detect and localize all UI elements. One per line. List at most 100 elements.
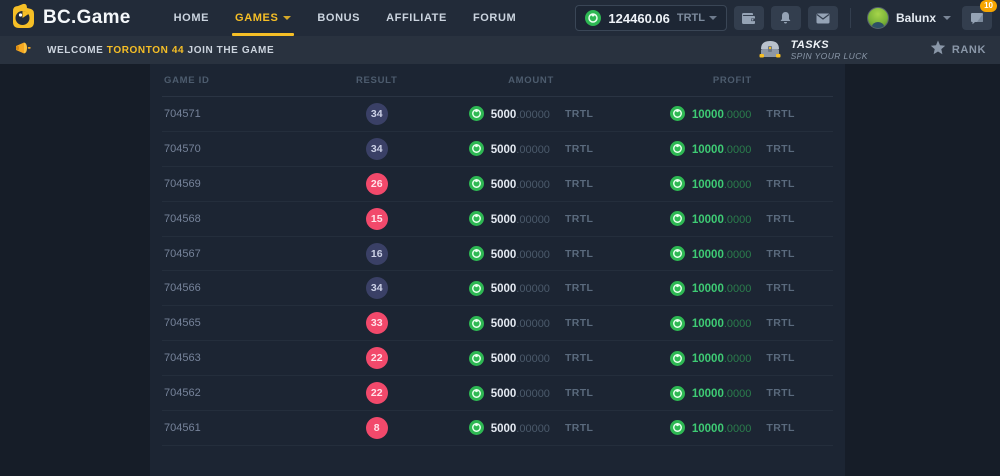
amount-currency: TRTL	[565, 248, 593, 260]
nav-label: BONUS	[317, 12, 360, 24]
table-header: GAME ID RESULT AMOUNT PROFIT	[162, 64, 833, 97]
nav-item-home[interactable]: HOME	[161, 0, 222, 36]
user-name: Balunx	[896, 11, 936, 25]
bets-table-body: 704571 34 5000.00000 TRTL	[162, 97, 833, 446]
profit-currency: TRTL	[766, 317, 794, 329]
notifications-button[interactable]	[771, 6, 801, 30]
result-cell: 34	[323, 138, 430, 160]
bell-icon	[779, 11, 792, 25]
trtl-coin-icon	[585, 10, 601, 26]
result-cell: 33	[323, 312, 430, 334]
game-id-cell: 704567	[162, 248, 323, 260]
chat-button[interactable]: 10	[962, 6, 992, 30]
game-id-cell: 704569	[162, 178, 323, 190]
profit-currency: TRTL	[766, 213, 794, 225]
rank-widget[interactable]: RANK	[930, 40, 986, 60]
trtl-coin-icon	[469, 316, 484, 331]
profit-cell: 10000.0000 TRTL	[632, 279, 833, 297]
amount-value: 5000.00000	[491, 245, 550, 263]
nav-label: HOME	[174, 12, 209, 24]
trtl-coin-icon	[670, 351, 685, 366]
result-cell: 16	[323, 243, 430, 265]
trtl-coin-icon	[670, 176, 685, 191]
treasure-chest-icon	[757, 37, 783, 64]
header-profit: PROFIT	[632, 75, 833, 86]
profit-value: 10000.0000	[692, 175, 752, 193]
amount-value: 5000.00000	[491, 175, 550, 193]
amount-value: 5000.00000	[491, 140, 550, 158]
result-cell: 22	[323, 347, 430, 369]
table-row[interactable]: 704566 34 5000.00000 TRTL	[162, 271, 833, 306]
profit-currency: TRTL	[766, 248, 794, 260]
rank-label: RANK	[952, 44, 986, 56]
result-cell: 34	[323, 277, 430, 299]
profit-value: 10000.0000	[692, 245, 752, 263]
trtl-coin-icon	[469, 176, 484, 191]
amount-currency: TRTL	[565, 387, 593, 399]
amount-currency: TRTL	[565, 352, 593, 364]
nav-item-games[interactable]: GAMES	[222, 0, 304, 36]
nav-label: GAMES	[235, 12, 278, 24]
divider	[850, 8, 851, 28]
profit-cell: 10000.0000 TRTL	[632, 105, 833, 123]
result-cell: 15	[323, 208, 430, 230]
profit-cell: 10000.0000 TRTL	[632, 140, 833, 158]
announcement-prefix: WELCOME	[47, 45, 107, 56]
trtl-coin-icon	[670, 386, 685, 401]
header-amount: AMOUNT	[430, 75, 631, 86]
amount-cell: 5000.00000 TRTL	[430, 279, 631, 297]
table-row[interactable]: 704568 15 5000.00000 TRTL	[162, 202, 833, 237]
table-row[interactable]: 704571 34 5000.00000 TRTL	[162, 97, 833, 132]
result-cell: 26	[323, 173, 430, 195]
user-menu[interactable]: Balunx	[863, 7, 955, 29]
game-id-cell: 704561	[162, 422, 323, 434]
profit-currency: TRTL	[766, 352, 794, 364]
star-icon	[930, 40, 946, 60]
messages-button[interactable]	[808, 6, 838, 30]
tasks-title: TASKS	[791, 39, 868, 52]
chat-icon	[970, 12, 984, 25]
profit-value: 10000.0000	[692, 349, 752, 367]
amount-cell: 5000.00000 TRTL	[430, 210, 631, 228]
chevron-down-icon	[943, 16, 951, 20]
megaphone-icon	[14, 41, 31, 60]
wallet-button[interactable]	[734, 6, 764, 30]
announcement-right: TASKS SPIN YOUR LUCK RANK	[757, 37, 986, 64]
game-id-cell: 704566	[162, 282, 323, 294]
table-row[interactable]: 704569 26 5000.00000 TRTL	[162, 167, 833, 202]
amount-currency: TRTL	[565, 282, 593, 294]
table-row[interactable]: 704561 8 5000.00000 TRTL	[162, 411, 833, 446]
amount-cell: 5000.00000 TRTL	[430, 419, 631, 437]
table-row[interactable]: 704570 34 5000.00000 TRTL	[162, 132, 833, 167]
trtl-coin-icon	[469, 106, 484, 121]
avatar	[867, 7, 889, 29]
announcement-highlight: TORONTON 44	[107, 45, 184, 56]
top-navbar: BC.Game HOME GAMES BONUS AFFILIATE FORUM	[0, 0, 1000, 36]
amount-value: 5000.00000	[491, 105, 550, 123]
amount-currency: TRTL	[565, 317, 593, 329]
table-row[interactable]: 704562 22 5000.00000 TRTL	[162, 376, 833, 411]
table-row[interactable]: 704567 16 5000.00000 TRTL	[162, 237, 833, 272]
nav-item-affiliate[interactable]: AFFILIATE	[373, 0, 460, 36]
logo[interactable]: BC.Game	[10, 3, 131, 34]
table-row[interactable]: 704563 22 5000.00000 TRTL	[162, 341, 833, 376]
profit-value: 10000.0000	[692, 279, 752, 297]
trtl-coin-icon	[469, 351, 484, 366]
chevron-down-icon	[283, 16, 291, 20]
result-cell: 8	[323, 417, 430, 439]
table-row[interactable]: 704565 33 5000.00000 TRTL	[162, 306, 833, 341]
trtl-coin-icon	[670, 211, 685, 226]
nav-item-bonus[interactable]: BONUS	[304, 0, 373, 36]
announcement-text: WELCOME TORONTON 44 JOIN THE GAME	[47, 45, 274, 56]
balance-selector[interactable]: 124460.06 TRTL	[575, 5, 727, 31]
result-badge: 16	[366, 243, 388, 265]
result-badge: 8	[366, 417, 388, 439]
game-id-cell: 704565	[162, 317, 323, 329]
tasks-labels: TASKS SPIN YOUR LUCK	[791, 39, 868, 62]
amount-cell: 5000.00000 TRTL	[430, 140, 631, 158]
nav-item-forum[interactable]: FORUM	[460, 0, 529, 36]
amount-value: 5000.00000	[491, 349, 550, 367]
result-badge: 34	[366, 138, 388, 160]
tasks-widget[interactable]: TASKS SPIN YOUR LUCK	[757, 37, 868, 64]
profit-value: 10000.0000	[692, 210, 752, 228]
